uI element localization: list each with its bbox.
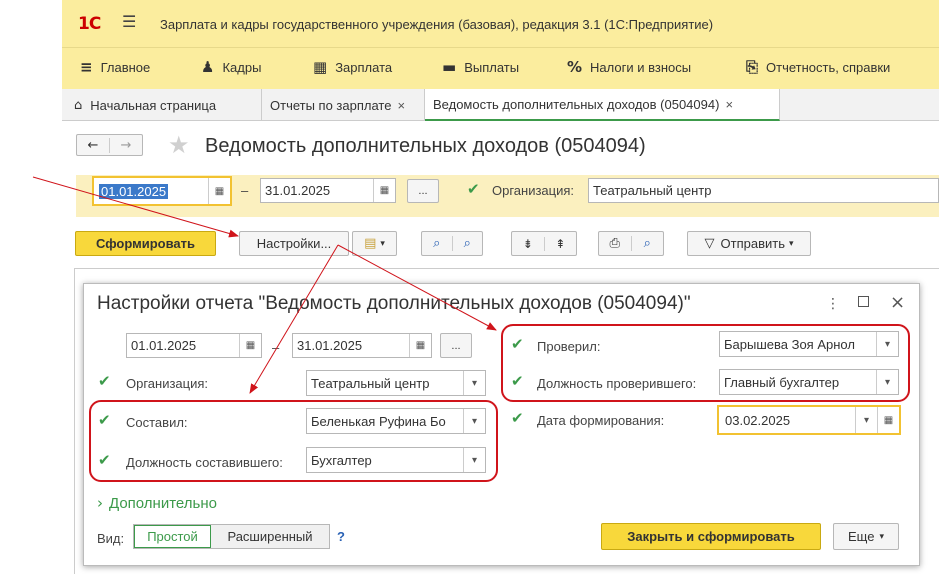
arrow-to-compiled bbox=[249, 244, 339, 394]
arrow-to-settings bbox=[32, 176, 239, 238]
annotation-arrows bbox=[32, 176, 497, 394]
arrow-to-checked bbox=[337, 244, 497, 331]
